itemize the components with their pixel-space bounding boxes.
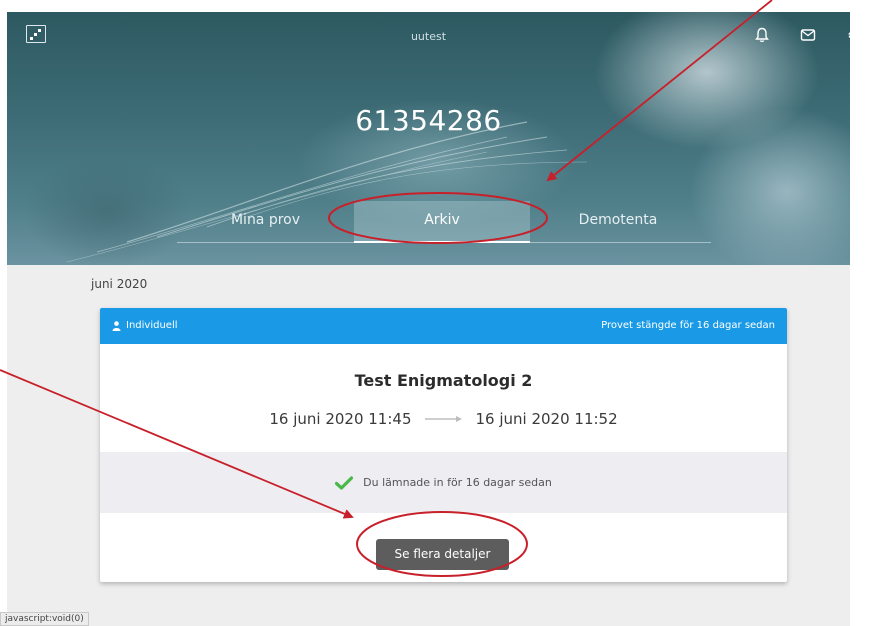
tab-mina-prov[interactable]: Mina prov: [177, 201, 354, 243]
exam-start-time: 16 juni 2020 11:45: [269, 410, 412, 428]
app-window: uutest 61354286 Mina prov Arkiv Demotent…: [7, 12, 850, 626]
check-icon: [335, 475, 354, 490]
month-heading: juni 2020: [91, 277, 148, 291]
exam-card-header: Individuell Provet stängde för 16 dagar …: [100, 308, 787, 344]
exam-time-range: 16 juni 2020 11:45 16 juni 2020 11:52: [100, 410, 787, 428]
exam-type: Individuell: [112, 320, 178, 331]
page-margin: [850, 12, 881, 626]
submission-status: Du lämnade in för 16 dagar sedan: [100, 452, 787, 513]
user-icon: [112, 320, 121, 331]
exam-card: Individuell Provet stängde för 16 dagar …: [100, 308, 787, 582]
browser-status-bar: javascript:void(0): [0, 612, 89, 626]
more-details-button[interactable]: Se flera detaljer: [376, 539, 509, 570]
exam-end-time: 16 juni 2020 11:52: [475, 410, 618, 428]
tab-demotenta[interactable]: Demotenta: [530, 201, 706, 243]
app-name: uutest: [410, 30, 447, 43]
profile-header: uutest 61354286 Mina prov Arkiv Demotent…: [7, 12, 850, 265]
exam-closed-status: Provet stängde för 16 dagar sedan: [601, 320, 775, 331]
exam-type-label: Individuell: [126, 320, 178, 331]
bell-icon[interactable]: [753, 26, 771, 44]
exam-title: Test Enigmatologi 2: [354, 371, 533, 390]
user-number: 61354286: [355, 104, 502, 137]
tab-arkiv[interactable]: Arkiv: [354, 201, 530, 243]
arrow-right-icon: [424, 416, 462, 422]
tab-bar: Mina prov Arkiv Demotenta: [177, 201, 711, 243]
mail-icon[interactable]: [799, 26, 817, 44]
submission-text: Du lämnade in för 16 dagar sedan: [363, 476, 552, 489]
